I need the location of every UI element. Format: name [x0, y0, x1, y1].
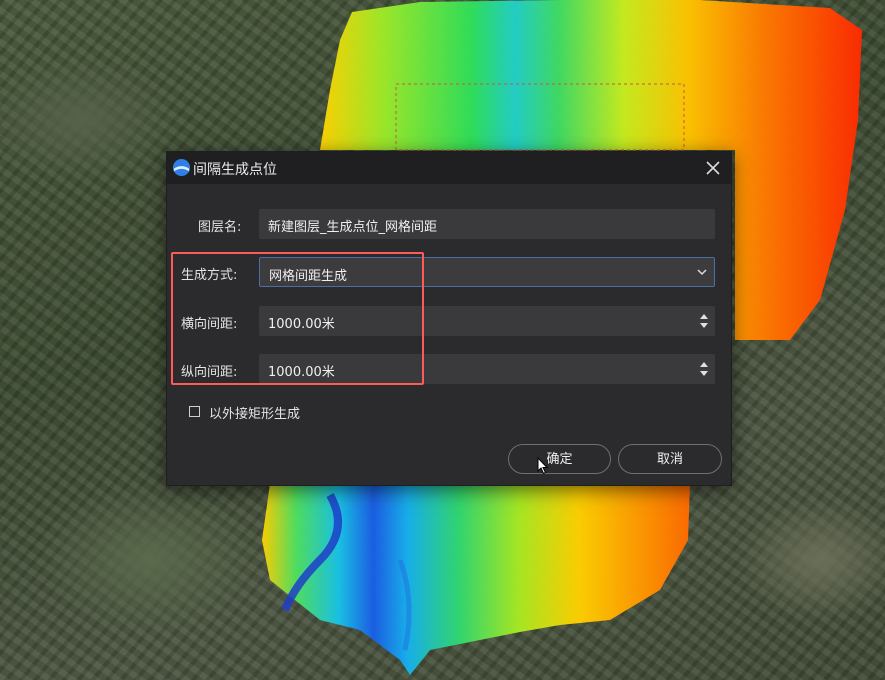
cancel-button[interactable]: 取消 [618, 444, 722, 474]
bbox-checkbox-label[interactable]: 以外接矩形生成 [209, 403, 300, 422]
spinner-arrows-icon[interactable] [699, 360, 709, 378]
layer-name-value: 新建图层_生成点位_网格间距 [268, 220, 438, 235]
bbox-checkbox[interactable] [189, 406, 200, 417]
highlight-box [171, 252, 424, 385]
dialog-titlebar[interactable]: 间隔生成点位 [167, 152, 731, 184]
spinner-arrows-icon[interactable] [699, 312, 709, 330]
layer-name-label: 图层名: [198, 220, 242, 235]
dialog-title: 间隔生成点位 [193, 162, 277, 178]
chevron-down-icon [697, 269, 707, 276]
mouse-cursor-icon [537, 457, 549, 475]
ok-button[interactable]: 确定 [508, 444, 611, 474]
layer-name-input[interactable]: 新建图层_生成点位_网格间距 [259, 209, 715, 239]
close-icon[interactable] [701, 156, 725, 180]
app-logo-icon [172, 158, 191, 177]
generate-points-dialog: 间隔生成点位 图层名: 新建图层_生成点位_网格间距 生成方式: 网格间距生成 … [166, 151, 732, 486]
